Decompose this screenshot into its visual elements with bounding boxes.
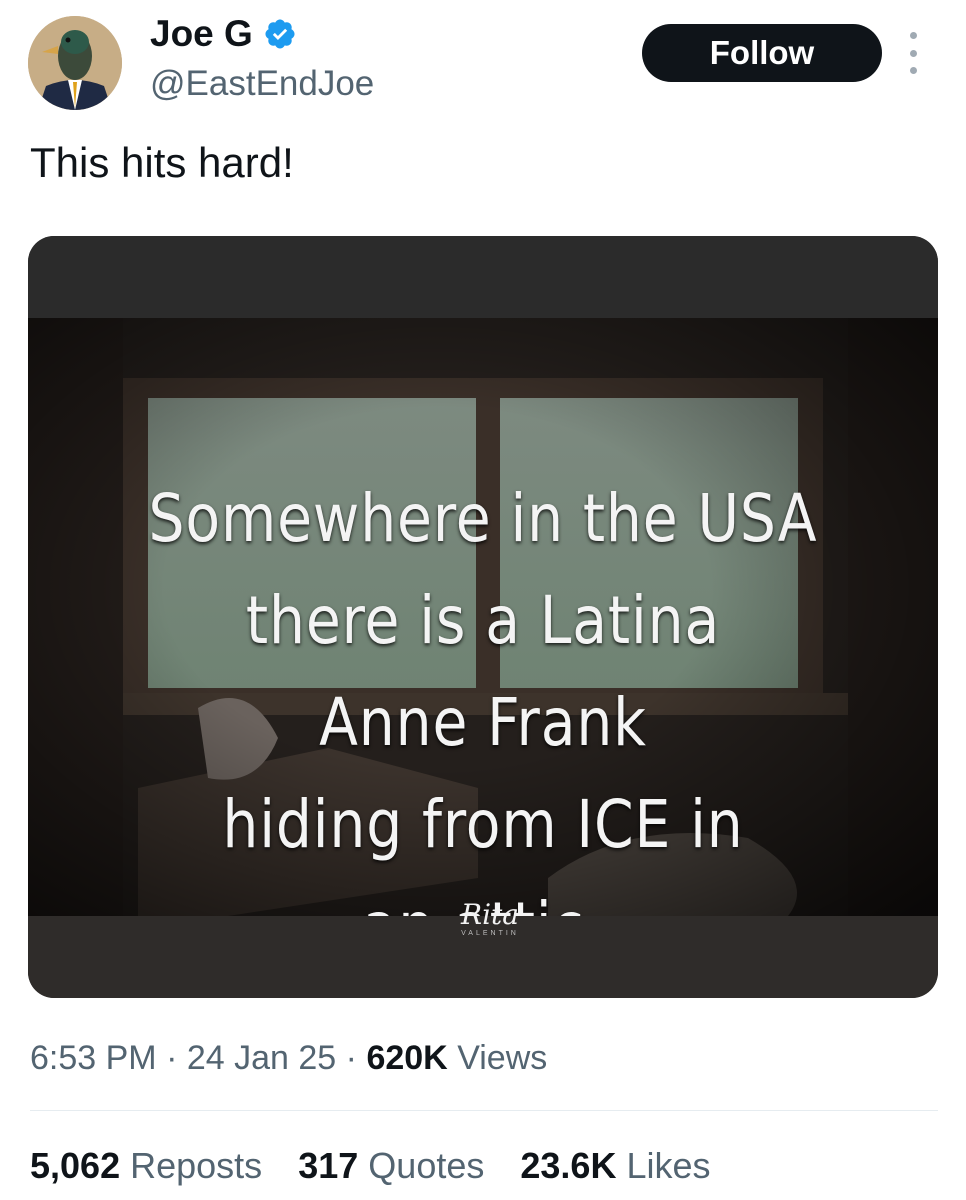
- engagement-stats: 5,062 Reposts 317 Quotes 23.6K Likes: [30, 1144, 737, 1188]
- signature-subtext: VALENTIN: [461, 930, 519, 937]
- reposts-label: Reposts: [130, 1145, 263, 1186]
- likes-count: 23.6K: [520, 1145, 617, 1186]
- meta-separator: ·: [345, 1039, 357, 1077]
- author-name-row[interactable]: Joe G: [150, 14, 297, 54]
- author-handle[interactable]: @EastEndJoe: [150, 64, 374, 104]
- reposts-count: 5,062: [30, 1145, 121, 1186]
- tweet-time[interactable]: 6:53 PM: [30, 1039, 157, 1077]
- meme-caption-line: Anne Frank: [319, 684, 647, 761]
- quotes-stat[interactable]: 317 Quotes: [298, 1144, 484, 1188]
- avatar[interactable]: [28, 16, 122, 110]
- attic-scene: Somewhere in the USA there is a Latina A…: [28, 318, 938, 916]
- meme-caption-line: hiding from ICE in: [222, 786, 744, 863]
- verified-badge-icon: [263, 17, 297, 51]
- meta-separator: ·: [166, 1039, 178, 1077]
- tweet-text: This hits hard!: [30, 139, 294, 186]
- dot: [909, 67, 917, 74]
- tweet-meta: 6:53 PM · 24 Jan 25 · 620K Views: [30, 1036, 547, 1080]
- dot: [909, 49, 917, 57]
- more-options-icon[interactable]: [902, 32, 924, 74]
- views-label: Views: [457, 1039, 548, 1077]
- avatar-duck-image: [28, 16, 122, 110]
- media-top-band: [28, 236, 938, 318]
- meme-caption-line: there is a Latina: [245, 582, 721, 659]
- likes-label: Likes: [626, 1145, 711, 1186]
- dot: [909, 32, 917, 39]
- likes-stat[interactable]: 23.6K Likes: [520, 1144, 710, 1188]
- reposts-stat[interactable]: 5,062 Reposts: [30, 1144, 262, 1188]
- tweet-date[interactable]: 24 Jan 25: [187, 1039, 336, 1077]
- meme-caption-line: Somewhere in the USA: [148, 480, 818, 557]
- quotes-count: 317: [298, 1145, 359, 1186]
- artist-signature: Rita VALENTIN: [442, 898, 538, 938]
- display-name[interactable]: Joe G: [150, 14, 253, 54]
- meme-caption: Somewhere in the USA there is a Latina A…: [92, 468, 875, 916]
- tweet-media-image[interactable]: Somewhere in the USA there is a Latina A…: [28, 236, 938, 998]
- signature-text: Rita: [461, 898, 519, 931]
- divider: [30, 1110, 938, 1111]
- follow-button[interactable]: Follow: [642, 24, 882, 82]
- quotes-label: Quotes: [368, 1145, 485, 1186]
- views-count: 620K: [366, 1039, 448, 1077]
